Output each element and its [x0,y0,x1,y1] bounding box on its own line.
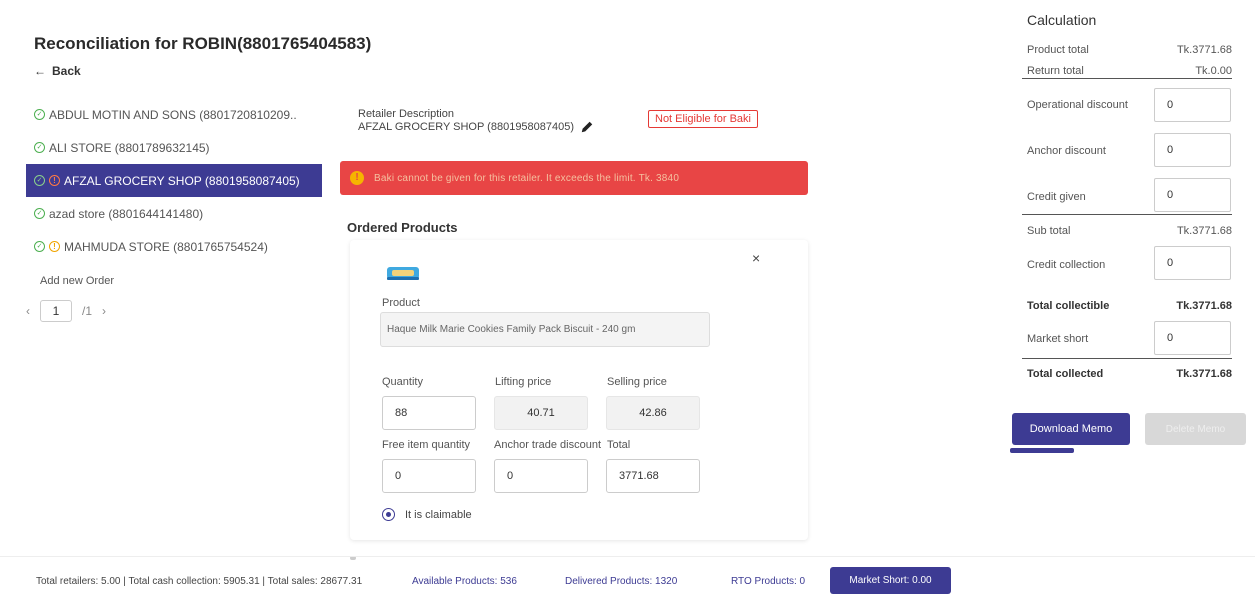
divider [1022,78,1232,79]
calculation-title: Calculation [1027,12,1097,28]
ordered-products-title: Ordered Products [347,220,458,235]
anchor-discount-input[interactable]: 0 [1154,133,1231,167]
pencil-icon[interactable] [580,120,594,134]
warning-circle-icon: ! [49,175,60,186]
product-field: Haque Milk Marie Cookies Family Pack Bis… [380,312,710,347]
alert-text: Baki cannot be given for this retailer. … [374,172,680,184]
product-card [350,240,808,540]
claimable-option[interactable]: It is claimable [382,508,472,521]
chevron-left-icon[interactable]: ‹ [26,304,30,318]
footer-bar [0,556,1255,594]
total-collected-row: Total collected Tk.3771.68 [1027,368,1232,380]
delete-memo-button: Delete Memo [1145,413,1246,445]
arrow-left-icon: ← [34,64,46,78]
warning-alert: ! Baki cannot be given for this retailer… [340,161,808,195]
pagination: ‹ 1 /1 › [26,300,106,322]
retailer-name: AFZAL GROCERY SHOP (8801958087405) [64,173,300,188]
retailer-item[interactable]: ✓ ALI STORE (8801789632145) [26,131,322,164]
retailer-name: ALI STORE (8801789632145) [49,140,210,155]
selling-price-label: Selling price [607,376,667,388]
credit-collection-label: Credit collection [1027,259,1106,271]
free-item-quantity-label: Free item quantity [382,439,471,451]
delivered-products-link[interactable]: Delivered Products: 1320 [565,576,677,587]
selling-price-field: 42.86 [606,396,700,430]
retailer-description-label: Retailer Description [358,108,454,120]
product-total-value: Tk.3771.68 [1176,44,1232,56]
divider [1022,358,1232,359]
product-image [387,267,419,280]
market-short-input[interactable]: 0 [1154,321,1231,355]
check-circle-icon: ✓ [34,109,45,120]
anchor-discount-label: Anchor discount [1027,145,1106,157]
check-circle-icon: ✓ [34,208,45,219]
alert-icon: ! [350,171,364,185]
quantity-label: Quantity [382,376,423,388]
retailer-name: ABDUL MOTIN AND SONS (8801720810209.. [49,107,297,122]
retailer-item-active[interactable]: ✓ ! AFZAL GROCERY SHOP (8801958087405) [26,164,322,197]
product-total-label: Product total [1027,44,1089,56]
product-total-row: Product total Tk.3771.68 [1027,44,1232,56]
retailer-name: MAHMUDA STORE (8801765754524) [64,239,268,254]
total-field: 3771.68 [606,459,700,493]
retailer-item[interactable]: ✓ ! MAHMUDA STORE (8801765754524) [26,230,322,263]
quantity-input[interactable]: 88 [382,396,476,430]
sub-total-row: Sub total Tk.3771.68 [1027,225,1232,237]
return-total-value: Tk.0.00 [1195,65,1232,77]
return-total-label: Return total [1027,65,1084,77]
tab-indicator [1010,448,1074,453]
sub-total-label: Sub total [1027,225,1071,237]
radio-selected-icon[interactable] [382,508,395,521]
credit-given-input[interactable]: 0 [1154,178,1231,212]
page-total: /1 [82,304,93,318]
anchor-trade-discount-input[interactable]: 0 [494,459,588,493]
total-collectible-row: Total collectible Tk.3771.68 [1027,300,1232,312]
market-short-label: Market short [1027,333,1089,345]
chevron-right-icon[interactable]: › [102,304,106,318]
close-icon[interactable]: × [752,250,760,266]
retailer-list: ✓ ABDUL MOTIN AND SONS (8801720810209.. … [26,98,322,263]
total-collected-label: Total collected [1027,368,1104,380]
operational-discount-label: Operational discount [1027,99,1128,111]
market-short-button[interactable]: Market Short: 0.00 [830,567,951,594]
divider [1022,214,1232,215]
footer-summary: Total retailers: 5.00 | Total cash colle… [36,576,363,587]
page-number-input[interactable]: 1 [40,300,72,322]
not-eligible-badge: Not Eligible for Baki [648,110,758,128]
retailer-item[interactable]: ✓ ABDUL MOTIN AND SONS (8801720810209.. [26,98,322,131]
total-collectible-value: Tk.3771.68 [1176,300,1232,312]
lifting-price-label: Lifting price [495,376,552,388]
credit-given-label: Credit given [1027,191,1086,203]
back-label: Back [52,64,81,78]
check-circle-icon: ✓ [34,142,45,153]
retailer-description: AFZAL GROCERY SHOP (8801958087405) [358,120,594,134]
available-products-link[interactable]: Available Products: 536 [412,576,517,587]
operational-discount-input[interactable]: 0 [1154,88,1231,122]
sub-total-value: Tk.3771.68 [1176,225,1232,237]
check-circle-icon: ✓ [34,241,45,252]
retailer-item[interactable]: ✓ azad store (8801644141480) [26,197,322,230]
return-total-row: Return total Tk.0.00 [1027,65,1232,77]
product-label: Product [382,297,420,309]
retailer-description-value: AFZAL GROCERY SHOP (8801958087405) [358,121,575,133]
add-new-order-button[interactable]: Add new Order [40,275,114,287]
warning-circle-icon: ! [49,241,60,252]
claimable-label: It is claimable [405,508,472,521]
rto-products-link[interactable]: RTO Products: 0 [731,576,805,587]
free-item-quantity-input[interactable]: 0 [382,459,476,493]
retailer-name: azad store (8801644141480) [49,206,204,221]
download-memo-button[interactable]: Download Memo [1012,413,1130,445]
page-title: Reconciliation for ROBIN(8801765404583) [34,34,372,53]
total-collected-value: Tk.3771.68 [1176,368,1232,380]
total-collectible-label: Total collectible [1027,300,1110,312]
total-label: Total [607,439,631,451]
check-circle-icon: ✓ [34,175,45,186]
credit-collection-input[interactable]: 0 [1154,246,1231,280]
back-button[interactable]: ← Back [34,64,81,78]
anchor-trade-discount-label: Anchor trade discount [494,439,602,451]
lifting-price-field: 40.71 [494,396,588,430]
